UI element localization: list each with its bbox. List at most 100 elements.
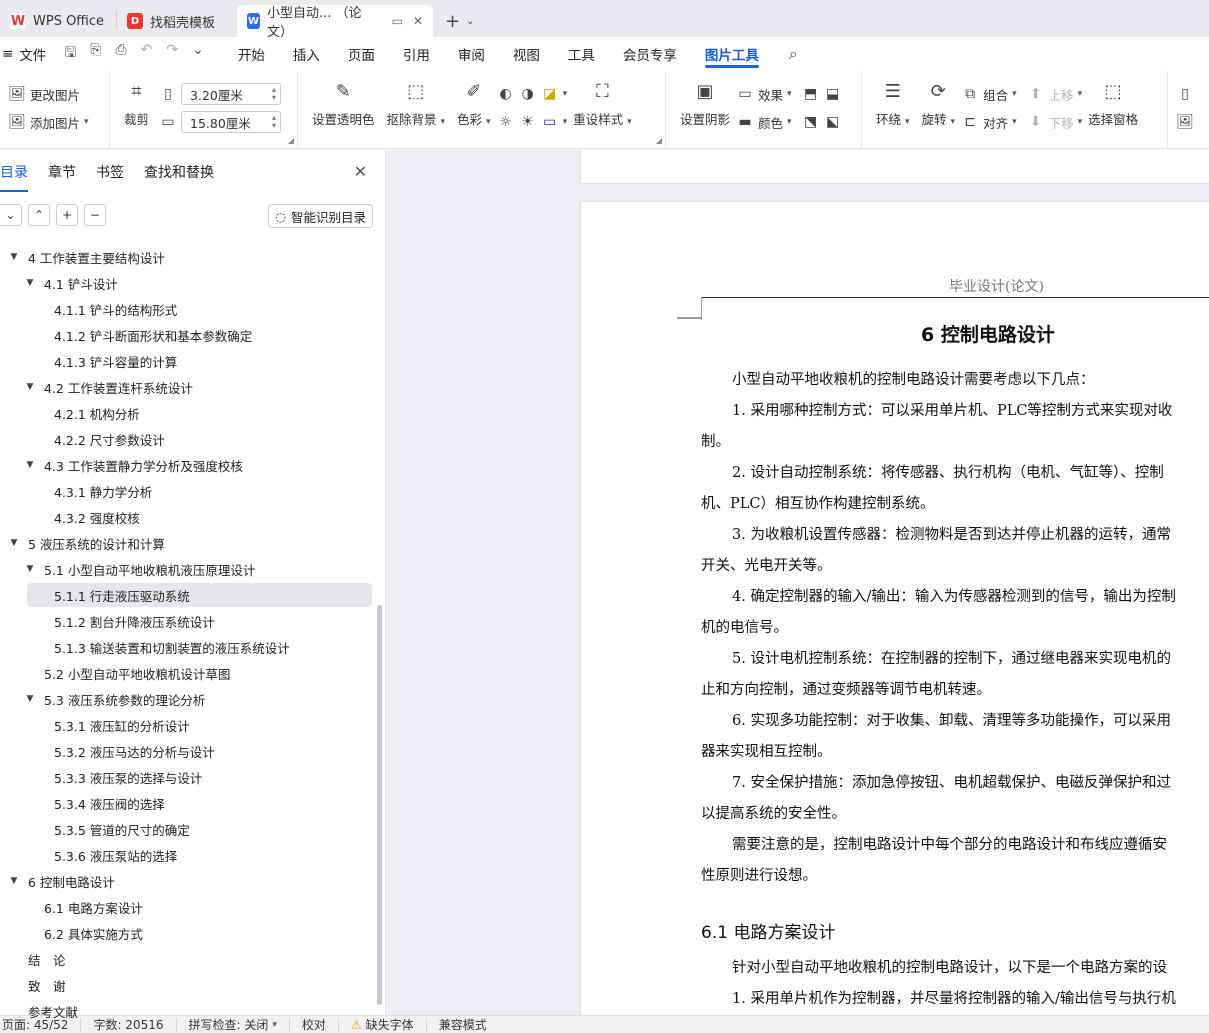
spell-check-toggle[interactable]: 拼写检查: 关闭 ▾ [177,1017,290,1032]
file-menu[interactable]: ≡ 文件 [0,44,56,64]
toc-item[interactable]: 4.2.2 尺寸参数设计 [0,426,376,452]
collapse-triangle-icon[interactable]: ▼ [24,382,36,392]
effect-button[interactable]: ▭ 效果 ▾ ⬒ ⬓ [736,83,842,105]
align-button[interactable]: ⊏ 对齐 ▾ [961,111,1016,133]
overflow-tool-icon[interactable]: 🖼 [1176,113,1194,131]
shadow-offset-right-icon[interactable]: ⬕ [824,113,842,131]
decrease-brightness-icon[interactable]: ☀ [519,113,537,131]
increase-contrast-icon[interactable]: ◐ [497,85,515,103]
chevron-down-icon[interactable]: ⌄ [466,16,474,27]
remove-background-button[interactable]: ⬚ 抠除背景 ▾ [381,77,452,148]
spin-arrows-icon[interactable]: ▴ ▾ [272,114,276,130]
proofread-button[interactable]: 校对 [290,1017,339,1032]
remove-heading-button[interactable]: − [84,204,106,226]
toc-item[interactable]: 致 谢 [0,972,376,998]
width-input[interactable]: 3.20厘米 ▴ ▾ [181,83,282,105]
wrap-text-button[interactable]: ☰ 环绕 ▾ [870,77,916,148]
tab-docer-templates[interactable]: D 找稻壳模板 [117,5,235,37]
toc-item[interactable]: ▼ 5.1 小型自动平地收粮机液压原理设计 [0,556,376,582]
add-image-button[interactable]: 🖼 添加图片 ▾ [8,111,88,133]
dialog-launcher-icon[interactable]: ◢ [288,136,294,145]
toc-item[interactable]: 4.3.1 静力学分析 [0,478,376,504]
toc-item[interactable]: 4.3.2 强度校核 [0,504,376,530]
toc-item[interactable]: 5.3.5 管道的尺寸的确定 [0,816,376,842]
menu-picture-tools[interactable]: 图片工具 [691,37,773,71]
border-color-icon[interactable]: ▭ [541,113,559,131]
missing-font-button[interactable]: ⚠ 缺失字体 [339,1017,427,1032]
collapse-triangle-icon[interactable]: ▼ [24,564,36,574]
toc-item[interactable]: 4.1.3 铲斗容量的计算 [0,348,376,374]
selection-pane-button[interactable]: ⬚ 选择窗格 [1082,77,1144,148]
float-window-icon[interactable]: ▭ [392,14,403,28]
toc-item[interactable]: 5.3.2 液压马达的分析与设计 [0,738,376,764]
tab-document[interactable]: W 小型自动... （论文） ▭ ✕ [237,5,434,40]
menu-page[interactable]: 页面 [334,37,389,71]
change-image-button[interactable]: 🖼 更改图片 [8,83,89,105]
menu-home[interactable]: 开始 [224,37,279,71]
move-up-button[interactable]: ⬆ 上移 ▾ [1027,83,1082,105]
toc-item[interactable]: 5.2 小型自动平地收粮机设计草图 [0,660,376,686]
toc-item[interactable]: 5.3.4 液压阀的选择 [0,790,376,816]
toc-scrollbar[interactable] [377,605,382,1005]
toc-item[interactable]: ▼ 4 工作装置主要结构设计 [0,244,376,270]
collapse-triangle-icon[interactable]: ▼ [8,538,20,548]
color-tone-button[interactable]: ✐ 色彩 ▾ [451,77,497,148]
add-heading-button[interactable]: + [56,204,78,226]
toc-item[interactable]: ▼ 5.3 液压系统参数的理论分析 [0,686,376,712]
toc-item[interactable]: 5.3.6 液压泵站的选择 [0,842,376,868]
toc-item[interactable]: ▼ 5 液压系统的设计和计算 [0,530,376,556]
save-icon[interactable]: 🖫 [64,42,76,66]
shadow-color-button[interactable]: ▬ 颜色 ▾ ⬔ ⬕ [736,111,842,133]
height-input[interactable]: 15.80厘米 ▴ ▾ [181,111,282,133]
toc-item[interactable]: 4.2.1 机构分析 [0,400,376,426]
more-icon[interactable]: ⌄ [192,42,204,66]
menu-member[interactable]: 会员专享 [609,37,691,71]
menu-tools[interactable]: 工具 [554,37,609,71]
expand-level-button[interactable]: ⌃ [28,204,50,226]
smart-toc-button[interactable]: ◌ 智能识别目录 [268,204,373,228]
menu-review[interactable]: 审阅 [444,37,499,71]
toc-item[interactable]: 4.1.1 铲斗的结构形式 [0,296,376,322]
toc-item[interactable]: ▼ 4.3 工作装置静力学分析及强度校核 [0,452,376,478]
toc-item[interactable]: ▼ 4.2 工作装置连杆系统设计 [0,374,376,400]
redo-icon[interactable]: ↷ [166,42,178,66]
toc-item[interactable]: 6.1 电路方案设计 [0,894,376,920]
shadow-offset-down-icon[interactable]: ⬓ [824,85,842,103]
toc-item[interactable]: 5.3.1 液压缸的分析设计 [0,712,376,738]
reset-style-button[interactable]: ⛶ 重设样式 ▾ [567,77,638,148]
collapse-triangle-icon[interactable]: ▼ [24,694,36,704]
collapse-level-button[interactable]: ⌄ [0,204,22,226]
undo-icon[interactable]: ↶ [141,42,153,66]
tab-toc[interactable]: 目录 [0,150,38,194]
tab-chapters[interactable]: 章节 [38,150,86,194]
tab-wps-office[interactable]: W WPS Office [0,5,114,37]
collapse-triangle-icon[interactable]: ▼ [8,876,20,886]
dialog-launcher-icon[interactable]: ◢ [656,136,662,145]
toc-item[interactable]: 5.1.1 行走液压驱动系统 [0,582,376,608]
fill-color-icon[interactable]: ◪ [541,85,559,103]
word-count[interactable]: 字数: 20516 [81,1017,177,1032]
export-icon[interactable]: ⎘ [90,42,101,66]
close-icon[interactable]: ✕ [354,162,367,181]
toc-item[interactable]: ▼ 6 控制电路设计 [0,868,376,894]
print-preview-icon[interactable]: ⎙ [115,42,126,66]
close-tab-icon[interactable]: ✕ [413,14,423,28]
tab-bookmarks[interactable]: 书签 [86,150,134,194]
collapse-triangle-icon[interactable]: ▼ [24,278,36,288]
tab-find-replace[interactable]: 查找和替换 [134,150,224,194]
menu-view[interactable]: 视图 [499,37,554,71]
decrease-contrast-icon[interactable]: ◑ [519,85,537,103]
toc-item[interactable]: ▼ 4.1 铲斗设计 [0,270,376,296]
shadow-offset-up-icon[interactable]: ⬒ [802,85,820,103]
increase-brightness-icon[interactable]: ☼ [497,113,515,131]
toc-item[interactable]: 5.1.3 输送装置和切割装置的液压系统设计 [0,634,376,660]
collapse-triangle-icon[interactable]: ▼ [8,252,20,262]
toc-item[interactable]: 5.3.3 液压泵的选择与设计 [0,764,376,790]
move-down-button[interactable]: ⬇ 下移 ▾ [1027,111,1082,133]
new-tab-button[interactable]: + ⌄ [435,5,484,37]
shadow-offset-left-icon[interactable]: ⬔ [802,113,820,131]
group-button[interactable]: ⧉ 组合 ▾ [961,83,1017,105]
toc-item[interactable]: 结 论 [0,946,376,972]
menu-references[interactable]: 引用 [389,37,444,71]
overflow-tool-icon[interactable]: ▯ [1176,85,1194,103]
